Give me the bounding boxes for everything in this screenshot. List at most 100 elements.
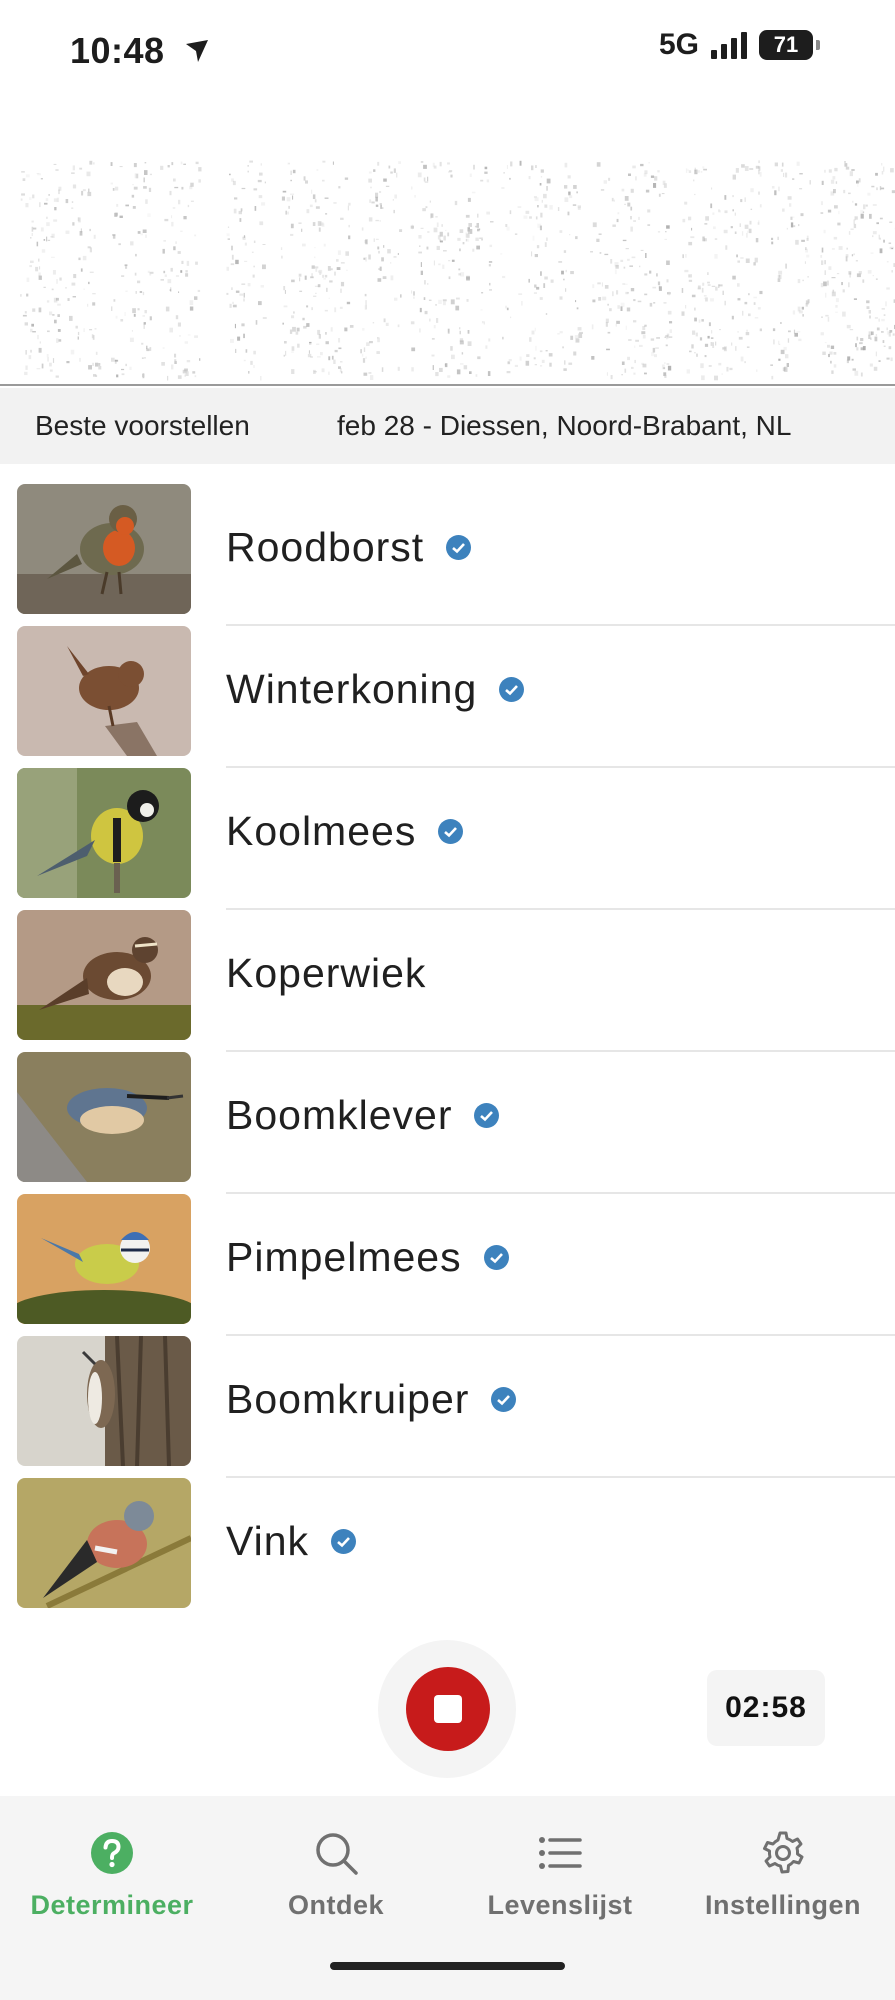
- spectrogram-speckle: [325, 332, 327, 335]
- spectrogram-speckle: [682, 254, 684, 259]
- spectrogram-speckle: [459, 327, 461, 330]
- spectrogram-speckle: [718, 362, 722, 366]
- nav-determineer[interactable]: Determineer: [0, 1830, 224, 1921]
- spectrogram-speckle: [521, 301, 523, 306]
- spectrogram-speckle: [49, 369, 53, 372]
- species-row-winterkoning[interactable]: Winterkoning: [0, 626, 895, 768]
- spectrogram-speckle: [411, 367, 414, 372]
- spectrogram-speckle: [833, 236, 838, 240]
- spectrogram-speckle: [827, 209, 832, 213]
- spectrogram-speckle: [600, 189, 605, 191]
- spectrogram-speckle: [178, 199, 181, 205]
- spectrogram-speckle: [528, 278, 530, 283]
- spectrogram-speckle: [116, 374, 119, 378]
- spectrogram-speckle: [299, 290, 303, 292]
- spectrogram-speckle: [564, 197, 569, 202]
- spectrogram-speckle: [333, 359, 336, 364]
- species-name: Koperwiek: [226, 950, 427, 996]
- spectrogram-speckle: [688, 241, 693, 246]
- spectrogram-speckle: [878, 318, 880, 322]
- spectrogram-speckle: [253, 265, 255, 268]
- spectrogram-speckle: [505, 224, 508, 227]
- species-row-pimpelmees[interactable]: Pimpelmees: [0, 1194, 895, 1336]
- spectrogram-speckle: [688, 170, 692, 173]
- spectrogram-speckle: [686, 369, 690, 374]
- spectrogram-speckle: [385, 185, 390, 187]
- spectrogram-speckle: [20, 198, 23, 201]
- spectrogram-speckle: [703, 295, 707, 297]
- spectrogram-speckle: [690, 236, 695, 239]
- spectrogram-speckle: [656, 337, 660, 339]
- spectrogram-speckle: [561, 270, 564, 275]
- species-row-roodborst[interactable]: Roodborst: [0, 484, 895, 626]
- spectrogram-speckle: [569, 195, 573, 199]
- spectrogram-speckle: [247, 283, 251, 287]
- spectrogram-speckle: [180, 270, 183, 273]
- species-row-koolmees[interactable]: Koolmees: [0, 768, 895, 910]
- spectrogram-speckle: [744, 166, 749, 171]
- spectrogram-speckle: [759, 290, 763, 295]
- spectrogram-speckle: [791, 216, 795, 218]
- spectrogram-speckle: [317, 356, 321, 358]
- spectrogram-speckle: [140, 233, 143, 236]
- spectrogram-speckle: [853, 223, 857, 229]
- spectrogram-speckle: [617, 212, 620, 215]
- spectrogram-speckle: [312, 194, 316, 199]
- spectrogram-speckle: [842, 289, 845, 293]
- spectrogram-speckle: [830, 191, 835, 196]
- spectrogram-speckle: [800, 213, 804, 217]
- species-row-vink[interactable]: Vink: [0, 1478, 895, 1620]
- spectrogram-speckle: [778, 340, 780, 345]
- species-row-boomkruiper[interactable]: Boomkruiper: [0, 1336, 895, 1478]
- spectrogram-speckle: [37, 334, 39, 340]
- species-row-koperwiek[interactable]: Koperwiek: [0, 910, 895, 1052]
- spectrogram-speckle: [162, 347, 165, 349]
- spectrogram-speckle: [347, 205, 349, 211]
- spectrogram-speckle: [559, 296, 563, 300]
- spectrogram-speckle: [134, 272, 137, 276]
- spectrogram-speckle: [314, 199, 317, 203]
- nav-instellingen[interactable]: Instellingen: [671, 1830, 895, 1921]
- nav-levenslijst[interactable]: Levenslijst: [448, 1830, 672, 1921]
- spectrogram-speckle: [141, 357, 144, 359]
- spectrogram-speckle: [849, 171, 853, 177]
- spectrogram-speckle: [881, 171, 884, 175]
- spectrogram-speckle: [610, 375, 613, 380]
- spectrogram-speckle: [308, 350, 310, 354]
- stop-recording-button[interactable]: [406, 1667, 490, 1751]
- spectrogram-speckle: [774, 190, 777, 196]
- spectrogram-speckle: [848, 192, 851, 195]
- species-row-boomklever[interactable]: Boomklever: [0, 1052, 895, 1194]
- spectrogram-speckle: [786, 363, 789, 367]
- spectrogram-speckle: [557, 333, 560, 335]
- spectrogram-speckle: [486, 179, 490, 183]
- battery-icon: 71: [759, 30, 820, 60]
- spectrogram-speckle: [732, 195, 734, 198]
- spectrogram-speckle: [260, 376, 262, 381]
- spectrogram-speckle: [662, 180, 666, 185]
- spectrogram-speckle: [310, 276, 314, 279]
- spectrogram-speckle: [490, 221, 494, 223]
- nav-ontdek[interactable]: Ontdek: [224, 1830, 448, 1921]
- spectrogram-speckle: [459, 330, 461, 335]
- spectrogram-speckle: [474, 225, 478, 228]
- spectrogram-speckle: [726, 366, 729, 372]
- spectrogram-speckle: [174, 186, 179, 189]
- spectrogram-speckle: [629, 265, 633, 267]
- spectrogram-speckle: [695, 332, 698, 337]
- spectrogram-speckle: [510, 316, 512, 319]
- spectrogram-speckle: [400, 294, 402, 298]
- spectrogram-speckle: [110, 162, 113, 166]
- species-name: Vink: [226, 1518, 310, 1564]
- spectrogram-speckle: [806, 254, 810, 258]
- spectrogram-speckle: [848, 282, 850, 288]
- spectrogram-speckle: [687, 169, 689, 171]
- spectrogram-speckle: [664, 362, 666, 364]
- spectrogram-speckle: [257, 179, 262, 183]
- spectrogram-speckle: [704, 223, 708, 225]
- spectrogram-speckle: [574, 335, 579, 339]
- status-bar: 10:48 5G 71: [0, 0, 895, 104]
- spectrogram-speckle: [326, 287, 328, 292]
- spectrogram-speckle: [381, 367, 384, 372]
- spectrogram-speckle: [488, 338, 491, 342]
